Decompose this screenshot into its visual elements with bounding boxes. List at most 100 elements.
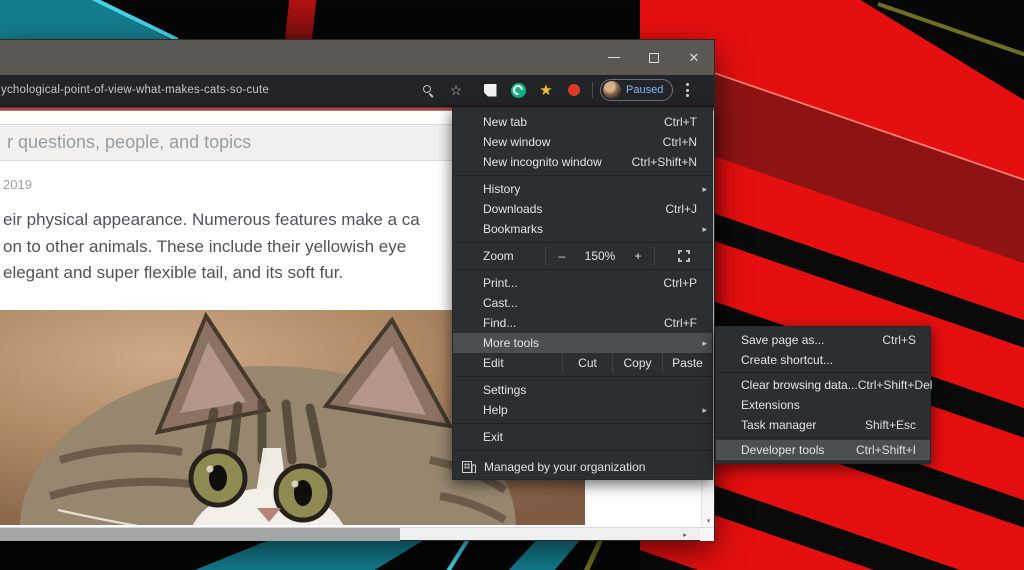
menu-item-history[interactable]: History ▸ [453, 179, 712, 199]
wallpaper-teal-shape [505, 540, 580, 570]
horizontal-scroll-thumb[interactable] [0, 528, 400, 541]
sync-paused-label: Paused [626, 84, 663, 96]
extension-page-button[interactable] [476, 78, 504, 102]
menu-shortcut: Ctrl+J [665, 202, 712, 216]
menu-shortcut: Ctrl+S [882, 333, 930, 347]
menu-label: Extensions [716, 398, 930, 412]
menu-item-find[interactable]: Find... Ctrl+F [453, 313, 712, 333]
close-button[interactable]: ✕ [674, 40, 714, 75]
menu-label: Zoom [453, 249, 545, 263]
menu-item-zoom: Zoom – 150% + [453, 246, 712, 266]
submenu-arrow-icon: ▸ [702, 224, 707, 235]
menu-label: Clear browsing data... [716, 378, 858, 392]
address-bar[interactable]: ychological-point-of-view-what-makes-cat… [0, 84, 414, 96]
menu-separator [716, 372, 930, 373]
menu-separator [453, 376, 712, 377]
paste-button[interactable]: Paste [663, 356, 712, 370]
menu-item-more-tools[interactable]: More tools ▸ [453, 333, 712, 353]
submenu-arrow-icon: ▸ [702, 338, 707, 349]
menu-label: Task manager [716, 418, 865, 432]
scrollbar-corner [700, 528, 714, 541]
zoom-magnifier-button[interactable] [414, 78, 442, 102]
managed-by-organization[interactable]: Managed by your organization [453, 454, 712, 479]
horizontal-scrollbar[interactable]: ▸ [0, 527, 714, 540]
record-extension-button[interactable] [560, 78, 588, 102]
wallpaper-red-stripe [285, 0, 316, 42]
menu-shortcut: Ctrl+Shift+N [632, 155, 712, 169]
more-tools-submenu: Save page as... Ctrl+S Create shortcut..… [715, 326, 931, 464]
menu-label: Print... [453, 276, 663, 290]
submenu-item-task-manager[interactable]: Task manager Shift+Esc [716, 415, 930, 435]
maximize-button[interactable] [634, 40, 674, 75]
menu-label: Developer tools [716, 443, 856, 457]
menu-item-help[interactable]: Help ▸ [453, 400, 712, 420]
menu-item-settings[interactable]: Settings [453, 380, 712, 400]
menu-item-new-incognito-window[interactable]: New incognito window Ctrl+Shift+N [453, 152, 712, 172]
magnifier-icon [423, 85, 434, 96]
menu-item-cast[interactable]: Cast... [453, 293, 712, 313]
copy-button[interactable]: Copy [613, 356, 662, 370]
submenu-arrow-icon: ▸ [702, 184, 707, 195]
menu-label: Save page as... [716, 333, 882, 347]
scroll-right-arrow[interactable]: ▸ [678, 528, 692, 541]
menu-separator [453, 269, 712, 270]
submenu-item-extensions[interactable]: Extensions [716, 395, 930, 415]
profile-paused-badge[interactable]: Paused [600, 79, 673, 101]
menu-item-downloads[interactable]: Downloads Ctrl+J [453, 199, 712, 219]
bookmark-star-button[interactable]: ☆ [442, 78, 470, 102]
menu-label: Bookmarks [453, 222, 712, 236]
toolbar-divider [592, 82, 593, 98]
menu-label: New tab [453, 115, 664, 129]
article-date: 2019 [3, 177, 32, 192]
menu-item-print[interactable]: Print... Ctrl+P [453, 273, 712, 293]
screen: ✕ ychological-point-of-view-what-makes-c… [0, 0, 1024, 570]
submenu-item-clear-browsing-data[interactable]: Clear browsing data... Ctrl+Shift+Del [716, 375, 930, 395]
yellow-star-icon: ★ [539, 83, 552, 98]
maximize-icon [649, 53, 659, 63]
menu-item-new-window[interactable]: New window Ctrl+N [453, 132, 712, 152]
menu-item-new-tab[interactable]: New tab Ctrl+T [453, 112, 712, 132]
submenu-item-developer-tools[interactable]: Developer tools Ctrl+Shift+I [716, 440, 930, 460]
zoom-in-button[interactable]: + [622, 249, 654, 263]
star-outline-icon: ☆ [450, 83, 463, 97]
dot [686, 89, 689, 92]
menu-shortcut: Ctrl+N [663, 135, 712, 149]
menu-separator [453, 450, 712, 451]
search-input[interactable] [0, 124, 456, 161]
minimize-button[interactable] [594, 40, 634, 75]
menu-shortcut: Shift+Esc [865, 418, 930, 432]
minimize-icon [608, 57, 620, 58]
menu-shortcut: Ctrl+P [663, 276, 712, 290]
dot [686, 94, 689, 97]
menu-label: Create shortcut... [716, 353, 930, 367]
menu-item-exit[interactable]: Exit [453, 427, 712, 447]
browser-menu-button[interactable] [673, 83, 701, 97]
scroll-down-arrow[interactable]: ▾ [702, 514, 715, 527]
menu-item-bookmarks[interactable]: Bookmarks ▸ [453, 219, 712, 239]
browser-menu: New tab Ctrl+T New window Ctrl+N New inc… [452, 107, 713, 480]
menu-separator [453, 242, 712, 243]
cut-button[interactable]: Cut [563, 356, 612, 370]
managed-label: Managed by your organization [484, 460, 645, 474]
menu-label: Cast... [453, 296, 712, 310]
zoom-out-button[interactable]: – [546, 249, 578, 263]
star-extension-button[interactable]: ★ [532, 78, 560, 102]
wallpaper-olive-line [580, 535, 605, 570]
grammarly-icon [511, 83, 526, 98]
close-icon: ✕ [689, 50, 700, 66]
fullscreen-icon [678, 250, 690, 262]
menu-shortcut: Ctrl+Shift+I [856, 443, 930, 457]
dot [686, 83, 689, 86]
wallpaper-black-corner [850, 0, 1024, 100]
organization-icon [462, 461, 476, 473]
menu-label: More tools [453, 336, 712, 350]
grammarly-extension-button[interactable] [504, 78, 532, 102]
submenu-item-create-shortcut[interactable]: Create shortcut... [716, 350, 930, 370]
submenu-item-save-page-as[interactable]: Save page as... Ctrl+S [716, 330, 930, 350]
fullscreen-button[interactable] [655, 250, 712, 262]
profile-avatar [603, 81, 621, 99]
menu-separator [453, 175, 712, 176]
submenu-arrow-icon: ▸ [702, 405, 707, 416]
window-titlebar: ✕ [0, 40, 714, 75]
menu-label: Edit [453, 356, 562, 370]
